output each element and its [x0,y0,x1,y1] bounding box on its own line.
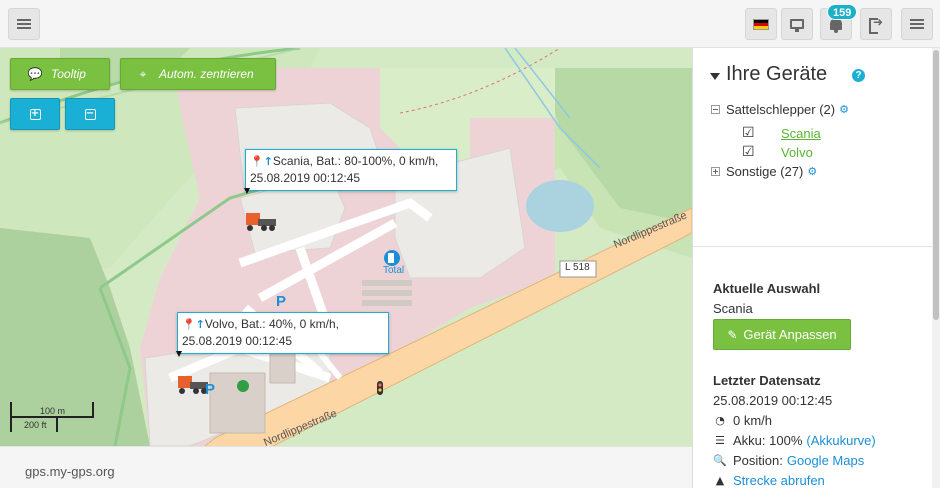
crosshair-icon: ⌖ [139,66,147,81]
logout-icon [869,15,883,34]
parking-label: P [205,381,216,398]
map-pin-icon: 📍 [250,155,264,168]
monitor-icon [790,19,804,32]
google-maps-link[interactable]: Google Maps [787,453,864,468]
edit-icon: ✎ [727,327,738,342]
scale-bar: 100 m 200 ft [10,402,94,446]
checkbox-checked-icon[interactable]: ☑ [742,125,760,141]
device-link[interactable]: Scania [781,126,821,141]
group-sattelschlepper[interactable]: Sattelschlepper (2) ⚙ [711,102,849,117]
current-selection-heading: Aktuelle Auswahl [713,281,821,296]
position-label: Position: [733,453,783,468]
expand-icon[interactable] [711,167,720,176]
heading-arrow-icon: ↑ [263,155,273,168]
panel-scrollbar-thumb[interactable] [933,50,939,320]
current-device-name: Scania [713,301,753,316]
help-icon[interactable]: ? [852,69,865,82]
popup-pointer [176,351,182,357]
menu-icon [17,19,31,29]
logout-button[interactable] [860,8,892,40]
popup-line-1: Scania, Bat.: 80-100%, 0 km/h, [272,154,439,168]
battery-curve-link[interactable]: (Akkukurve) [806,433,875,448]
checkbox-checked-icon[interactable]: ☑ [742,144,760,160]
road-icon: ▲ [715,474,725,487]
map-view[interactable]: Nordlippestraße Nordlippestraße L 518 To… [0,48,692,446]
speech-bubble-icon: 💬 [27,67,43,81]
scale-metric-label: 100 m [40,406,66,416]
panel-divider [693,246,933,247]
panel-title[interactable]: Ihre Geräte [710,63,827,86]
device-item-scania[interactable]: ☑ Scania [742,125,821,141]
display-button[interactable] [781,8,813,40]
battery-row: ☰ Akku: 100% (Akkukurve) [713,433,876,448]
group-sonstige[interactable]: Sonstige (27) ⚙ [711,164,817,179]
auto-center-label: Autom. zentrieren [159,67,254,81]
side-menu-button[interactable] [901,8,933,40]
search-icon: 🔍 [713,454,727,467]
route-row: ▲ Strecke abrufen [713,473,825,488]
top-bar: 159 [0,0,940,48]
flag-de-icon [753,18,769,30]
road-ref-label: L 518 [565,262,590,273]
fetch-route-link[interactable]: Strecke abrufen [733,473,825,488]
fuel-station-label: Total [383,265,405,276]
popup-pointer [244,188,250,194]
caret-down-icon [710,72,720,80]
device-popup-volvo[interactable]: 📍↑Volvo, Bat.: 40%, 0 km/h, 25.08.2019 0… [177,312,389,354]
notification-badge: 159 [827,4,858,20]
last-record-timestamp: 25.08.2019 00:12:45 [713,393,833,408]
position-row: 🔍 Position: Google Maps [713,453,864,468]
group-label: Sattelschlepper (2) [726,102,836,117]
parking-label: P [276,293,287,310]
minus-icon: − [84,108,96,120]
device-link[interactable]: Volvo [781,145,813,160]
group-label: Sonstige (27) [726,164,804,179]
menu-icon [910,19,924,29]
footer: gps.my-gps.org [0,446,692,488]
heading-arrow-icon: ↑ [195,318,205,331]
last-record-heading: Letzter Datensatz [713,373,821,388]
main-menu-button[interactable] [8,8,40,40]
collapse-icon[interactable] [711,105,720,114]
language-button[interactable] [745,8,777,40]
zoom-in-button[interactable]: + [10,98,60,130]
database-icon: ☰ [715,434,725,447]
panel-title-text: Ihre Geräte [726,63,828,85]
tooltip-button-label: Tooltip [51,67,86,81]
auto-center-button[interactable]: ⌖ Autom. zentrieren [120,58,276,90]
footer-domain: gps.my-gps.org [25,464,115,479]
popup-timestamp: 25.08.2019 00:12:45 [182,334,293,348]
app-root: 159 ➜ Nordlippestraße Nordlippestraße L … [0,0,940,488]
speed-row: ◔ 0 km/h [713,413,772,428]
battery-value: Akku: 100% [733,433,803,448]
popup-timestamp: 25.08.2019 00:12:45 [250,171,361,185]
device-panel: Ihre Geräte ? Sattelschlepper (2) ⚙ ☑ Sc… [692,48,933,488]
device-item-volvo[interactable]: ☑ Volvo [742,144,813,160]
edit-device-button[interactable]: ✎ Gerät Anpassen [713,319,851,350]
edit-device-label: Gerät Anpassen [743,327,837,342]
tooltip-toggle-button[interactable]: 💬 Tooltip [10,58,110,90]
plus-icon: + [29,108,41,120]
gears-icon[interactable]: ⚙ [839,103,849,116]
speed-value: 0 km/h [733,413,773,428]
gears-icon[interactable]: ⚙ [807,165,817,178]
map-pin-icon: 📍 [182,318,196,331]
zoom-out-button[interactable]: − [65,98,115,130]
popup-line-1: Volvo, Bat.: 40%, 0 km/h, [204,317,339,331]
device-popup-scania[interactable]: 📍↑Scania, Bat.: 80-100%, 0 km/h, 25.08.2… [245,149,457,191]
tachometer-icon: ◔ [715,414,725,427]
scale-imperial-label: 200 ft [24,420,47,430]
